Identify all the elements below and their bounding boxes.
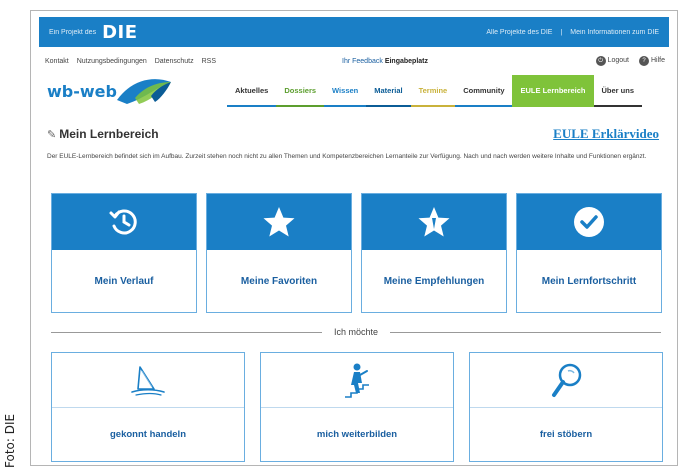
tile-verlauf[interactable]: Mein Verlauf [51, 193, 197, 313]
feedback-prefix: Ihr Feedback [342, 57, 383, 65]
divider-line [51, 331, 322, 333]
tile-icon-area [470, 353, 662, 409]
tile-icon-area [52, 353, 244, 409]
tile-label: Meine Favoriten [240, 275, 318, 287]
tile-label: gekonnt handeln [52, 407, 244, 461]
magnifier-icon [552, 363, 582, 397]
explainer-video-link[interactable]: EULE Erklärvideo [553, 126, 659, 142]
divider-line [390, 331, 661, 333]
page-title: Mein Lernbereich [59, 127, 159, 141]
contact-link[interactable]: Kontakt [45, 58, 69, 65]
top-bar: Ein Projekt des DIE Alle Projekte des DI… [39, 17, 669, 47]
tile-header [362, 194, 506, 250]
intent-tiles: gekonnt handeln mich weiterbilden frei s… [51, 352, 663, 462]
tile-header [517, 194, 661, 250]
top-links: Alle Projekte des DIE | Mein Information… [486, 29, 659, 36]
top-separator: | [560, 28, 563, 36]
page-header: ✎ Mein Lernbereich EULE Erklärvideo [47, 124, 659, 144]
photo-credit: Foto: DIE [3, 413, 17, 468]
intro-text: Der EULE-Lernbereich befindet sich im Au… [47, 153, 647, 160]
tile-label: Meine Empfehlungen [383, 275, 485, 287]
learning-tiles: Mein Verlauf Meine Favoriten Meine Empfe… [51, 193, 662, 313]
browser-screenshot: Ein Projekt des DIE Alle Projekte des DI… [30, 10, 678, 466]
tile-favoriten[interactable]: Meine Favoriten [206, 193, 352, 313]
tile-frei-stoebern[interactable]: frei stöbern [469, 352, 663, 462]
nav-dossiers[interactable]: Dossiers [276, 75, 325, 107]
user-controls: ⏻ Logout ? Hilfe [595, 56, 665, 66]
tile-label: Mein Lernfortschritt [541, 275, 637, 287]
stairs-climber-icon [345, 363, 369, 398]
divider-label: Ich möchte [333, 327, 379, 337]
nav-aktuelles[interactable]: Aktuelles [227, 75, 277, 107]
privacy-link[interactable]: Datenschutz [155, 58, 194, 65]
die-logo[interactable]: DIE [102, 22, 137, 43]
tile-header [207, 194, 351, 250]
tile-label: mich weiterbilden [261, 407, 453, 461]
sailboat-icon [131, 366, 165, 396]
brand-swoosh-icon [116, 79, 171, 104]
site-logo[interactable]: wb-web [47, 75, 173, 107]
meta-row: Kontakt Nutzungsbedingungen Datenschutz … [45, 55, 665, 67]
logout-icon: ⏻ [595, 56, 606, 66]
all-projects-link[interactable]: Alle Projekte des DIE [486, 29, 552, 36]
logout-label: Logout [607, 57, 629, 64]
nav-community[interactable]: Community [455, 75, 513, 107]
star-icon [263, 207, 295, 237]
tile-lernfortschritt[interactable]: Mein Lernfortschritt [516, 193, 662, 313]
tile-label: frei stöbern [470, 407, 662, 461]
brand-name: wb-web [47, 81, 117, 101]
history-icon [109, 209, 137, 235]
feedback[interactable]: Ihr Feedback Eingabeplatz [342, 58, 428, 65]
nav-material[interactable]: Material [366, 75, 411, 107]
nav-wissen[interactable]: Wissen [324, 75, 367, 107]
tile-empfehlungen[interactable]: Meine Empfehlungen [361, 193, 507, 313]
check-circle-icon [574, 207, 604, 237]
help-icon: ? [638, 56, 649, 66]
logout-button[interactable]: ⏻ Logout [595, 56, 629, 66]
tile-weiterbilden[interactable]: mich weiterbilden [260, 352, 454, 462]
nav-termine[interactable]: Termine [410, 75, 456, 107]
main-nav: Aktuelles Dossiers Wissen Material Termi… [227, 75, 643, 107]
terms-link[interactable]: Nutzungsbedingungen [77, 58, 147, 65]
tile-header [52, 194, 196, 250]
info-link[interactable]: Mein Informationen zum DIE [570, 29, 659, 36]
help-button[interactable]: ? Hilfe [638, 56, 665, 66]
projekt-text: Ein Projekt des [49, 28, 97, 36]
section-divider: Ich möchte [51, 324, 661, 340]
tile-label: Mein Verlauf [94, 275, 154, 287]
pencil-icon: ✎ [47, 128, 57, 141]
nav-ueber-uns[interactable]: Über uns [593, 75, 643, 107]
rss-link[interactable]: RSS [202, 58, 216, 65]
star-thumb-icon [418, 207, 450, 237]
nav-eule-lernbereich[interactable]: EULE Lernbereich [512, 75, 594, 107]
meta-links: Kontakt Nutzungsbedingungen Datenschutz … [45, 58, 222, 65]
feedback-link[interactable]: Eingabeplatz [385, 58, 428, 65]
tile-icon-area [261, 353, 453, 409]
tile-gekonnt-handeln[interactable]: gekonnt handeln [51, 352, 245, 462]
help-label: Hilfe [650, 57, 665, 64]
